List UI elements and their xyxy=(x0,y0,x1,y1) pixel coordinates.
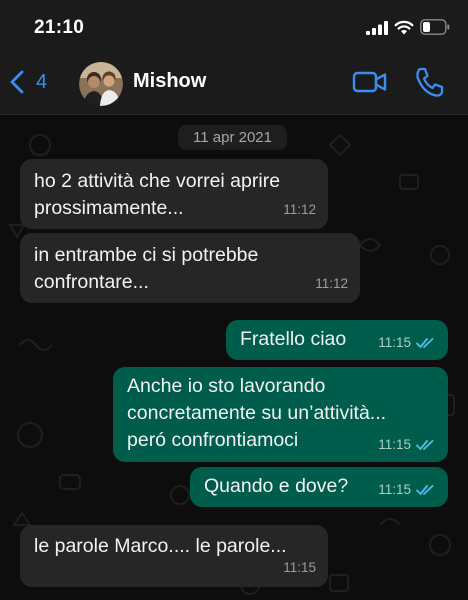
message-outgoing[interactable]: Fratello ciao 11:15 xyxy=(226,320,448,360)
battery-icon xyxy=(420,19,450,35)
message-outgoing[interactable]: Anche io sto lavorando concretamente su … xyxy=(113,367,448,462)
phone-call-icon[interactable] xyxy=(414,66,444,98)
chat-header: 4 Mishow xyxy=(0,50,468,115)
double-check-read-icon xyxy=(416,439,434,450)
avatar-photo xyxy=(79,62,123,106)
double-check-read-icon xyxy=(416,484,434,495)
double-check-read-icon xyxy=(416,337,434,348)
message-line: ho 2 attività che vorrei aprire xyxy=(34,170,281,192)
message-text: ho 2 attività che vorrei aprire prossima… xyxy=(34,168,280,222)
message-time: 11:15 xyxy=(378,335,411,350)
message-meta: 11:15 xyxy=(378,476,436,503)
message-outgoing[interactable]: Quando e dove? 11:15 xyxy=(190,467,448,507)
message-meta: 11:15 xyxy=(283,554,316,581)
contact-name[interactable]: Mishow xyxy=(133,70,206,93)
message-text: Fratello ciao xyxy=(240,326,346,353)
message-time: 11:15 xyxy=(378,482,411,497)
message-time: 11:12 xyxy=(283,202,316,217)
message-time: 11:12 xyxy=(315,276,348,291)
message-line: Quando e dove? xyxy=(204,475,349,497)
video-call-icon[interactable] xyxy=(352,68,388,96)
cellular-signal-icon xyxy=(366,21,388,35)
message-meta: 11:12 xyxy=(315,270,348,297)
message-line: confrontare... xyxy=(34,271,149,293)
message-meta: 11:15 xyxy=(378,431,436,458)
message-text: Anche io sto lavorando concretamente su … xyxy=(127,373,386,454)
message-incoming[interactable]: in entrambe ci si potrebbe confrontare..… xyxy=(20,233,360,303)
message-line: prossimamente... xyxy=(34,197,184,219)
message-incoming[interactable]: ho 2 attività che vorrei aprire prossima… xyxy=(20,159,328,229)
status-bar: 21:10 xyxy=(0,0,468,50)
message-line: in entrambe ci si potrebbe xyxy=(34,244,259,266)
message-incoming[interactable]: le parole Marco.... le parole... 11:15 xyxy=(20,525,328,587)
unread-chats-count: 4 xyxy=(36,70,48,93)
message-text: Quando e dove? xyxy=(204,473,348,500)
date-separator: 11 apr 2021 xyxy=(178,125,287,150)
chevron-left-icon xyxy=(10,70,24,94)
message-line: Fratello ciao xyxy=(240,328,347,350)
message-line: peró confrontiamoci xyxy=(127,429,299,451)
avatar[interactable] xyxy=(79,62,123,106)
message-text: in entrambe ci si potrebbe confrontare..… xyxy=(34,242,258,296)
message-time: 11:15 xyxy=(283,560,316,575)
message-time: 11:15 xyxy=(378,437,411,452)
message-line: Anche io sto lavorando xyxy=(127,375,326,397)
message-meta: 11:15 xyxy=(378,329,436,356)
status-time: 21:10 xyxy=(34,17,85,38)
back-button[interactable]: 4 xyxy=(10,65,60,99)
message-text: le parole Marco.... le parole... xyxy=(34,533,287,560)
chat-area[interactable]: 11 apr 2021 ho 2 attività che vorrei apr… xyxy=(0,115,468,600)
message-line: le parole Marco.... le parole... xyxy=(34,535,287,557)
message-line: concretamente su un’attività... xyxy=(127,402,387,424)
wifi-icon xyxy=(394,20,414,35)
message-meta: 11:12 xyxy=(283,196,316,223)
